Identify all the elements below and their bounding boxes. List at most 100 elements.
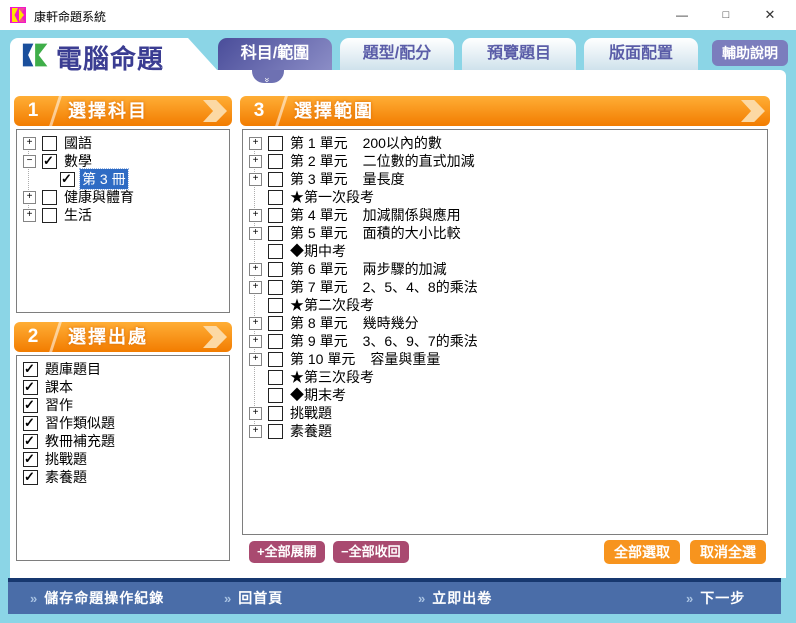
subject-label[interactable]: 國語 <box>62 133 94 153</box>
range-label[interactable]: 第 2 單元 <box>288 151 350 171</box>
select-all-button[interactable]: 全部選取 <box>604 540 680 564</box>
range-tree-row[interactable]: ★第一次段考 <box>249 188 767 206</box>
source-list-row[interactable]: 習作 <box>23 396 229 414</box>
subject-label[interactable]: 第 3 冊 <box>80 169 128 189</box>
expand-toggle-icon[interactable]: + <box>249 263 262 276</box>
source-list-row[interactable]: 教冊補充題 <box>23 432 229 450</box>
expand-toggle-icon[interactable] <box>249 371 262 384</box>
range-tree-row[interactable]: + 第 6 單元 兩步驟的加減 <box>249 260 767 278</box>
range-checkbox[interactable] <box>268 352 283 367</box>
source-label[interactable]: 教冊補充題 <box>43 431 117 451</box>
range-tree-row[interactable]: + 第 5 單元 面積的大小比較 <box>249 224 767 242</box>
range-checkbox[interactable] <box>268 334 283 349</box>
expand-toggle-icon[interactable]: + <box>249 227 262 240</box>
range-tree-row[interactable]: + 素養題 <box>249 422 767 440</box>
source-checkbox[interactable] <box>23 362 38 377</box>
help-button[interactable]: 輔助說明 <box>712 40 788 66</box>
range-tree-row[interactable]: + 挑戰題 <box>249 404 767 422</box>
footer-link[interactable]: »儲存命題操作紀錄 <box>30 582 164 614</box>
subject-checkbox[interactable] <box>42 208 57 223</box>
range-tree-row[interactable]: + 第 7 單元 2、5、4、8的乘法 <box>249 278 767 296</box>
subject-tree-row[interactable]: 第 3 冊 <box>23 170 229 188</box>
range-checkbox[interactable] <box>268 424 283 439</box>
source-label[interactable]: 習作 <box>43 395 75 415</box>
range-label[interactable]: 第 3 單元 <box>288 169 350 189</box>
subject-tree-row[interactable]: + 國語 <box>23 134 229 152</box>
expand-toggle-icon[interactable]: + <box>23 137 36 150</box>
range-label[interactable]: 第 10 單元 <box>288 349 357 369</box>
expand-toggle-icon[interactable]: + <box>249 281 262 294</box>
tab[interactable]: 科目/範圍 <box>218 38 332 70</box>
footer-link[interactable]: »回首頁 <box>224 582 283 614</box>
expand-toggle-icon[interactable]: + <box>249 137 262 150</box>
range-checkbox[interactable] <box>268 226 283 241</box>
source-checkbox[interactable] <box>23 416 38 431</box>
range-checkbox[interactable] <box>268 244 283 259</box>
range-tree-row[interactable]: + 第 3 單元 量長度 <box>249 170 767 188</box>
range-checkbox[interactable] <box>268 316 283 331</box>
range-tree-row[interactable]: + 第 2 單元 二位數的直式加減 <box>249 152 767 170</box>
tab[interactable]: 預覽題目 <box>462 38 576 70</box>
source-label[interactable]: 習作類似題 <box>43 413 117 433</box>
expand-toggle-icon[interactable]: + <box>249 317 262 330</box>
range-label[interactable]: 第 5 單元 <box>288 223 350 243</box>
range-label[interactable]: ◆期末考 <box>288 385 348 405</box>
subject-checkbox[interactable] <box>42 154 57 169</box>
expand-toggle-icon[interactable]: − <box>23 155 36 168</box>
range-tree-row[interactable]: + 第 1 單元 200以內的數 <box>249 134 767 152</box>
range-checkbox[interactable] <box>268 298 283 313</box>
expand-toggle-icon[interactable]: + <box>249 407 262 420</box>
subject-checkbox[interactable] <box>42 136 57 151</box>
range-label[interactable]: 素養題 <box>288 421 334 441</box>
expand-toggle-icon[interactable]: + <box>23 191 36 204</box>
deselect-all-button[interactable]: 取消全選 <box>690 540 766 564</box>
range-label[interactable]: 第 1 單元 <box>288 133 350 153</box>
maximize-button[interactable]: □ <box>704 0 748 30</box>
expand-toggle-icon[interactable] <box>249 191 262 204</box>
source-list-row[interactable]: 課本 <box>23 378 229 396</box>
source-checkbox[interactable] <box>23 398 38 413</box>
expand-all-button[interactable]: +全部展開 <box>249 541 325 563</box>
range-label[interactable]: 第 9 單元 <box>288 331 350 351</box>
tab[interactable]: 題型/配分 <box>340 38 454 70</box>
range-checkbox[interactable] <box>268 154 283 169</box>
subject-checkbox[interactable] <box>60 172 75 187</box>
range-checkbox[interactable] <box>268 280 283 295</box>
range-label[interactable]: ◆期中考 <box>288 241 348 261</box>
range-checkbox[interactable] <box>268 136 283 151</box>
expand-toggle-icon[interactable]: + <box>249 155 262 168</box>
subject-label[interactable]: 數學 <box>62 151 94 171</box>
range-label[interactable]: 第 6 單元 <box>288 259 350 279</box>
collapse-all-button[interactable]: −全部收回 <box>333 541 409 563</box>
source-label[interactable]: 素養題 <box>43 467 89 487</box>
tab[interactable]: 版面配置 <box>584 38 698 70</box>
source-checkbox[interactable] <box>23 434 38 449</box>
expand-toggle-icon[interactable]: + <box>249 173 262 186</box>
expand-toggle-icon[interactable]: + <box>249 335 262 348</box>
expand-toggle-icon[interactable] <box>249 299 262 312</box>
range-checkbox[interactable] <box>268 406 283 421</box>
expand-toggle-icon[interactable]: + <box>249 209 262 222</box>
range-checkbox[interactable] <box>268 262 283 277</box>
source-list-row[interactable]: 素養題 <box>23 468 229 486</box>
source-list-row[interactable]: 挑戰題 <box>23 450 229 468</box>
expand-toggle-icon[interactable]: + <box>249 353 262 366</box>
expand-toggle-icon[interactable] <box>41 173 54 186</box>
range-tree-row[interactable]: + 第 8 單元 幾時幾分 <box>249 314 767 332</box>
source-list-row[interactable]: 習作類似題 <box>23 414 229 432</box>
source-label[interactable]: 題庫題目 <box>43 359 103 379</box>
range-tree-row[interactable]: ★第二次段考 <box>249 296 767 314</box>
close-button[interactable]: ✕ <box>748 0 792 30</box>
subject-tree-row[interactable]: − 數學 <box>23 152 229 170</box>
range-checkbox[interactable] <box>268 190 283 205</box>
range-checkbox[interactable] <box>268 388 283 403</box>
expand-toggle-icon[interactable]: + <box>249 425 262 438</box>
range-label[interactable]: 第 7 單元 <box>288 277 350 297</box>
subject-label[interactable]: 健康與體育 <box>62 187 136 207</box>
footer-link[interactable]: »下一步 <box>686 582 745 614</box>
range-checkbox[interactable] <box>268 208 283 223</box>
range-label[interactable]: 挑戰題 <box>288 403 334 423</box>
range-checkbox[interactable] <box>268 370 283 385</box>
source-list-row[interactable]: 題庫題目 <box>23 360 229 378</box>
expand-toggle-icon[interactable] <box>249 245 262 258</box>
